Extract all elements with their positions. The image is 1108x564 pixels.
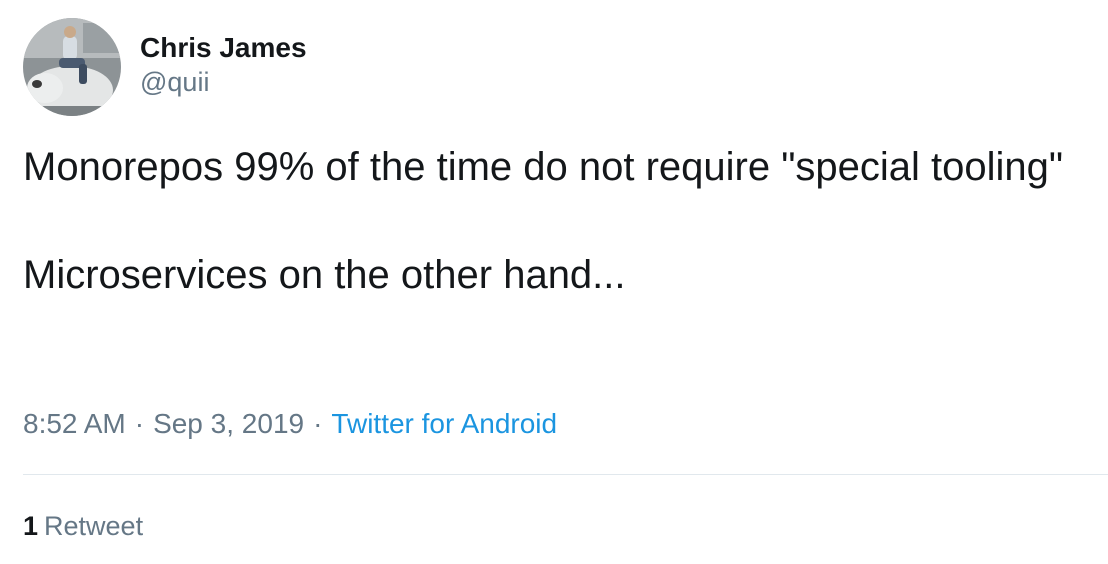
avatar-image — [23, 18, 121, 116]
retweet-stat[interactable]: 1 Retweet — [23, 508, 143, 544]
display-name[interactable]: Chris James — [140, 31, 307, 65]
tweet-header: Chris James @quii — [23, 18, 307, 116]
tweet-text-paragraph-2: Microservices on the other hand... — [23, 253, 626, 297]
tweet-metadata: 8:52 AM · Sep 3, 2019 · Twitter for Android — [23, 406, 557, 442]
meta-separator: · — [134, 408, 145, 439]
tweet-time[interactable]: 8:52 AM — [23, 408, 126, 439]
retweet-label: Retweet — [44, 511, 144, 541]
divider — [23, 474, 1108, 475]
meta-separator: · — [313, 408, 323, 439]
tweet-text: Monorepos 99% of the time do not require… — [23, 140, 1083, 302]
user-handle[interactable]: @quii — [140, 65, 307, 99]
retweet-count: 1 — [23, 511, 39, 541]
tweet-text-paragraph-1: Monorepos 99% of the time do not require… — [23, 145, 1064, 189]
tweet-source-link[interactable]: Twitter for Android — [331, 408, 557, 439]
tweet-card: Chris James @quii Monorepos 99% of the t… — [0, 0, 1108, 564]
author-names: Chris James @quii — [140, 31, 307, 99]
avatar[interactable] — [23, 18, 121, 116]
tweet-date[interactable]: Sep 3, 2019 — [153, 408, 304, 439]
